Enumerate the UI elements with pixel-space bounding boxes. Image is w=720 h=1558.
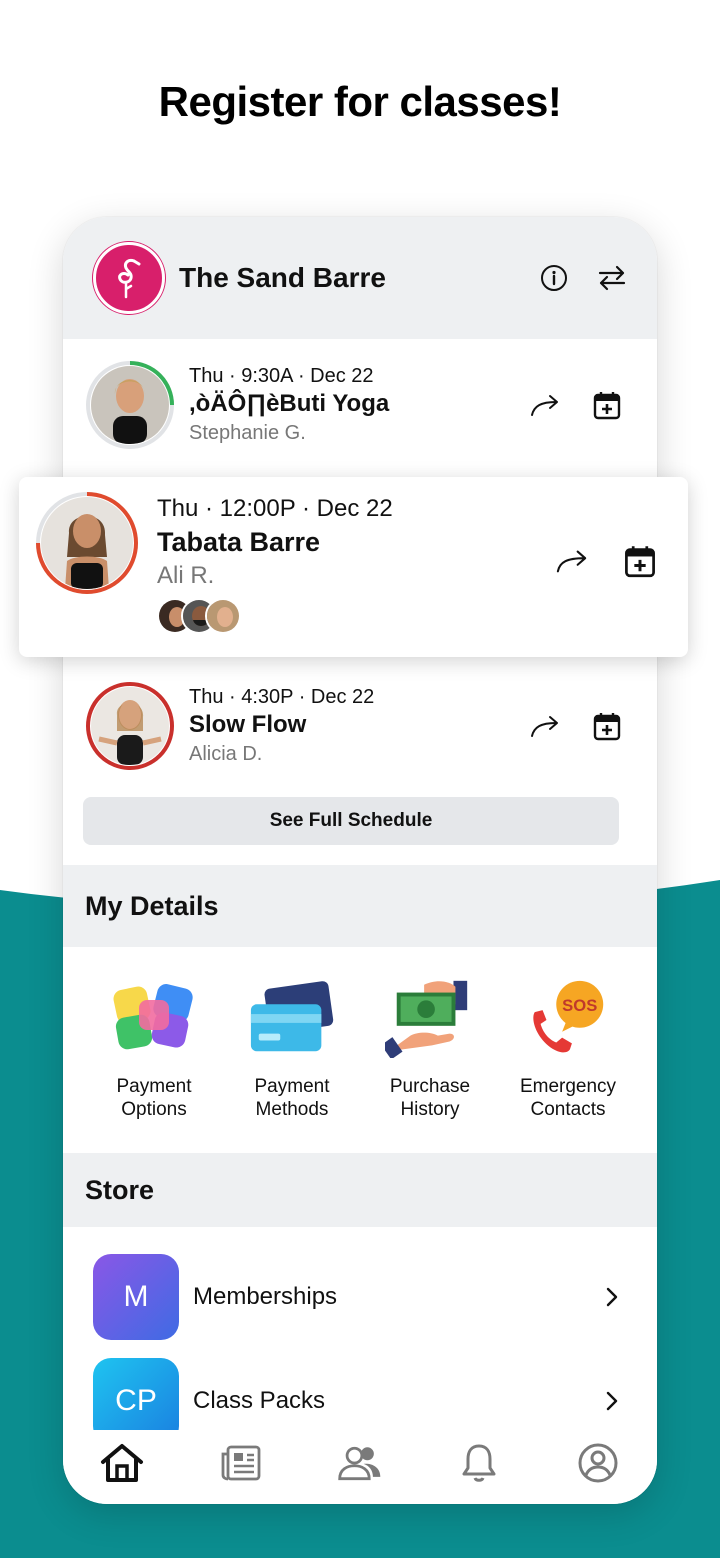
home-icon[interactable] [98, 1439, 146, 1487]
share-icon[interactable] [529, 389, 561, 421]
my-details-header: My Details [63, 865, 657, 947]
next-detail-tile[interactable] [637, 979, 657, 1153]
instructor-avatar [35, 491, 139, 595]
flamingo-icon [118, 259, 141, 299]
share-icon[interactable] [529, 710, 561, 742]
add-to-calendar-icon[interactable] [591, 389, 623, 421]
my-details-carousel[interactable]: Payment Options Payment Methods Purchase… [63, 947, 657, 1153]
class-instructor: Alicia D. [189, 743, 263, 765]
class-instructor: Stephanie G. [189, 422, 306, 444]
bottom-tab-bar [63, 1430, 657, 1504]
switch-icon[interactable] [597, 263, 627, 293]
memberships-label: Memberships [193, 1283, 338, 1310]
chevron-right-icon [606, 1287, 618, 1307]
class-name: Slow Flow [189, 711, 307, 738]
emergency-contacts-tile[interactable]: SOS Emergency Contacts [499, 979, 637, 1153]
class-time: Thu · 9:30A · Dec 22 [189, 365, 374, 387]
class-row[interactable]: Thu · 4:30P · Dec 22 Slow Flow Alicia D. [63, 661, 657, 791]
svg-text:SOS: SOS [562, 996, 597, 1015]
app-header: The Sand Barre [63, 217, 657, 339]
purchase-history-tile[interactable]: Purchase History [361, 979, 499, 1153]
page-headline: Register for classes! [158, 78, 562, 125]
chevron-right-icon [606, 1391, 618, 1411]
payment-methods-label: Payment Methods [254, 1076, 330, 1120]
emergency-contacts-label: Emergency Contacts [519, 1076, 617, 1120]
class-name: Tabata Barre [157, 527, 321, 557]
studio-logo [93, 242, 165, 314]
see-full-schedule-button[interactable]: See Full Schedule [83, 797, 619, 845]
add-to-calendar-icon[interactable] [624, 545, 656, 578]
payment-options-icon [109, 979, 199, 1057]
studio-name: The Sand Barre [179, 262, 386, 293]
payment-options-tile[interactable]: Payment Options [85, 979, 223, 1153]
phone-frame: The Sand Barre Thu · 9:30A · Dec 22 ,òÄÔ… [63, 217, 657, 1504]
class-packs-badge-text: CP [115, 1384, 157, 1417]
class-name: ,òÄÔ∏èButi Yoga [189, 390, 390, 417]
info-icon[interactable] [539, 263, 569, 293]
profile-icon[interactable] [574, 1439, 622, 1487]
credit-card-icon [247, 979, 337, 1057]
news-icon[interactable] [217, 1439, 265, 1487]
cash-hand-icon [385, 979, 475, 1058]
sos-phone-icon: SOS [523, 979, 613, 1057]
store-header: Store [63, 1153, 657, 1227]
store-item-memberships[interactable]: M Memberships [63, 1245, 657, 1349]
highlighted-class-card[interactable]: Thu · 12:00P · Dec 22 Tabata Barre Ali R… [19, 477, 688, 657]
instructor-avatar [85, 681, 175, 771]
payment-options-label: Payment Options [116, 1076, 192, 1120]
purchase-history-label: Purchase History [389, 1076, 471, 1120]
class-time: Thu · 4:30P · Dec 22 [189, 686, 375, 708]
add-to-calendar-icon[interactable] [591, 710, 623, 742]
class-packs-label: Class Packs [193, 1387, 326, 1414]
memberships-badge: M [93, 1254, 179, 1340]
share-icon[interactable] [556, 545, 588, 577]
payment-methods-tile[interactable]: Payment Methods [223, 979, 361, 1153]
people-icon[interactable] [336, 1439, 384, 1487]
class-time: Thu · 12:00P · Dec 22 [157, 495, 393, 522]
attendee-avatar [205, 598, 241, 634]
attendee-avatars [157, 598, 556, 634]
instructor-avatar [85, 360, 175, 450]
class-instructor: Ali R. [157, 562, 215, 589]
class-row[interactable]: Thu · 9:30A · Dec 22 ,òÄÔ∏èButi Yoga Ste… [63, 339, 657, 471]
bell-icon[interactable] [455, 1439, 503, 1487]
memberships-badge-text: M [123, 1280, 149, 1313]
